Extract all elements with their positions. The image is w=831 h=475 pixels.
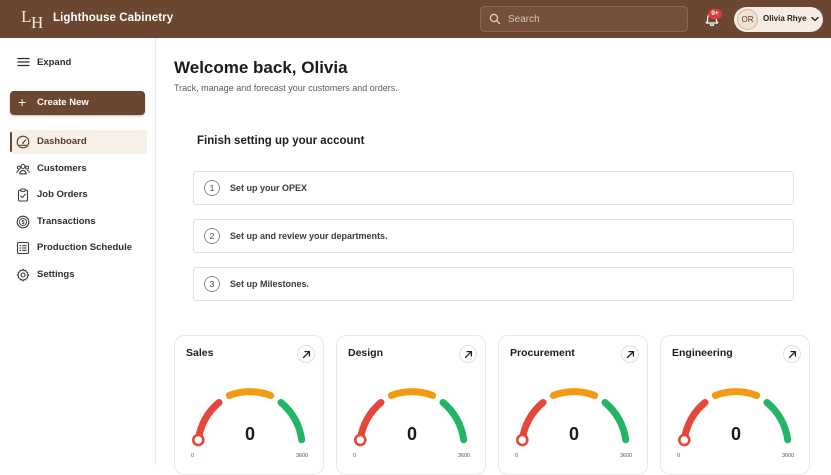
gear-icon: [16, 268, 30, 281]
sidebar-item-label: Job Orders: [37, 189, 88, 200]
step-number: 3: [204, 276, 220, 292]
card-title: Sales: [186, 347, 214, 359]
avatar: OR: [737, 9, 758, 30]
sidebar-item-job-orders[interactable]: Job Orders: [10, 183, 147, 207]
step-number: 1: [204, 180, 220, 196]
brand-name: Lighthouse Cabinetry: [53, 12, 174, 24]
open-details-button[interactable]: [621, 345, 639, 363]
clipboard-icon: [17, 188, 29, 202]
logo-letter-h: H: [31, 13, 44, 32]
gauge-value: 0: [568, 424, 579, 444]
user-menu[interactable]: OR Olivia Rhye: [734, 7, 823, 32]
sidebar-item-transactions[interactable]: $ Transactions: [10, 210, 147, 234]
open-details-button[interactable]: [459, 345, 477, 363]
main-content: Welcome back, Olivia Track, manage and f…: [156, 38, 831, 475]
plus-icon: +: [18, 94, 27, 110]
sidebar-item-settings[interactable]: Settings: [10, 263, 147, 287]
gauge-min: 0: [515, 453, 519, 459]
menu-icon: [17, 57, 30, 67]
logo-letter-l: L: [21, 7, 32, 26]
sidebar-item-label: Dashboard: [37, 136, 87, 147]
sidebar-item-label: Production Schedule: [37, 242, 133, 253]
department-card-design: Design 0 0 3600: [336, 335, 486, 475]
svg-text:$: $: [21, 220, 24, 226]
arrow-up-right-icon: [788, 350, 797, 359]
sidebar-item-production-schedule[interactable]: Production Schedule: [10, 236, 147, 260]
setup-step-opex[interactable]: 1 Set up your OPEX: [193, 171, 794, 205]
gauge-max: 3600: [620, 453, 633, 459]
sidebar-item-dashboard[interactable]: Dashboard: [10, 130, 147, 154]
gauge-min: 0: [677, 453, 681, 459]
step-label: Set up Milestones.: [230, 279, 310, 289]
setup-step-departments[interactable]: 2 Set up and review your departments.: [193, 219, 794, 253]
transactions-coin-icon: $: [16, 215, 30, 228]
gauge-max: 3600: [458, 453, 471, 459]
sidebar-item-customers[interactable]: Customers: [10, 157, 147, 181]
gauge-max: 3600: [782, 453, 795, 459]
create-new-label: Create New: [37, 97, 89, 108]
customers-icon: [16, 163, 30, 174]
schedule-list-icon: [16, 241, 30, 255]
chevron-down-icon: [811, 16, 819, 22]
department-card-sales: Sales 0 0 3600: [174, 335, 324, 475]
gauge-min: 0: [353, 453, 357, 459]
arrow-up-right-icon: [626, 350, 635, 359]
sidebar-item-label: Transactions: [37, 215, 96, 227]
search-box[interactable]: [480, 6, 688, 32]
step-label: Set up and review your departments.: [230, 231, 388, 241]
page-title: Welcome back, Olivia: [174, 58, 348, 77]
department-card-procurement: Procurement 0 0 3600: [498, 335, 648, 475]
setup-title: Finish setting up your account: [197, 135, 365, 147]
sidebar-nav: Dashboard Customers Job Orders $ Transac…: [10, 130, 147, 289]
gauge-max: 3600: [296, 453, 309, 459]
search-icon: [489, 13, 501, 25]
create-new-button[interactable]: + Create New: [10, 91, 145, 115]
user-name: Olivia Rhye: [763, 14, 807, 23]
department-card-engineering: Engineering 0 0 3600: [660, 335, 810, 475]
arrow-up-right-icon: [464, 350, 473, 359]
expand-label: Expand: [37, 57, 72, 68]
setup-step-milestones[interactable]: 3 Set up Milestones.: [193, 267, 794, 301]
gauge-value: 0: [730, 424, 741, 444]
gauge-min: 0: [191, 453, 195, 459]
sidebar-item-label: Settings: [37, 268, 75, 280]
page-subtitle: Track, manage and forecast your customer…: [174, 83, 398, 93]
open-details-button[interactable]: [297, 345, 315, 363]
gauge-value: 0: [406, 424, 417, 444]
gauge-value: 0: [244, 424, 255, 444]
card-title: Engineering: [672, 347, 733, 359]
top-bar: L H Lighthouse Cabinetry 9+ OR Olivia Rh…: [0, 0, 831, 38]
brand-logo[interactable]: L H: [19, 7, 45, 32]
open-details-button[interactable]: [783, 345, 801, 363]
arrow-up-right-icon: [302, 350, 311, 359]
notification-badge: 9+: [708, 9, 722, 19]
search-input[interactable]: [508, 11, 678, 28]
card-title: Design: [348, 347, 384, 359]
sidebar-item-label: Customers: [37, 162, 87, 174]
sidebar: Expand + Create New Dashboard Customers: [0, 38, 156, 465]
step-number: 2: [204, 228, 220, 244]
step-label: Set up your OPEX: [230, 183, 308, 193]
dashboard-gauge-icon: [16, 135, 30, 149]
card-title: Procurement: [510, 347, 575, 359]
expand-button[interactable]: Expand: [17, 56, 71, 68]
